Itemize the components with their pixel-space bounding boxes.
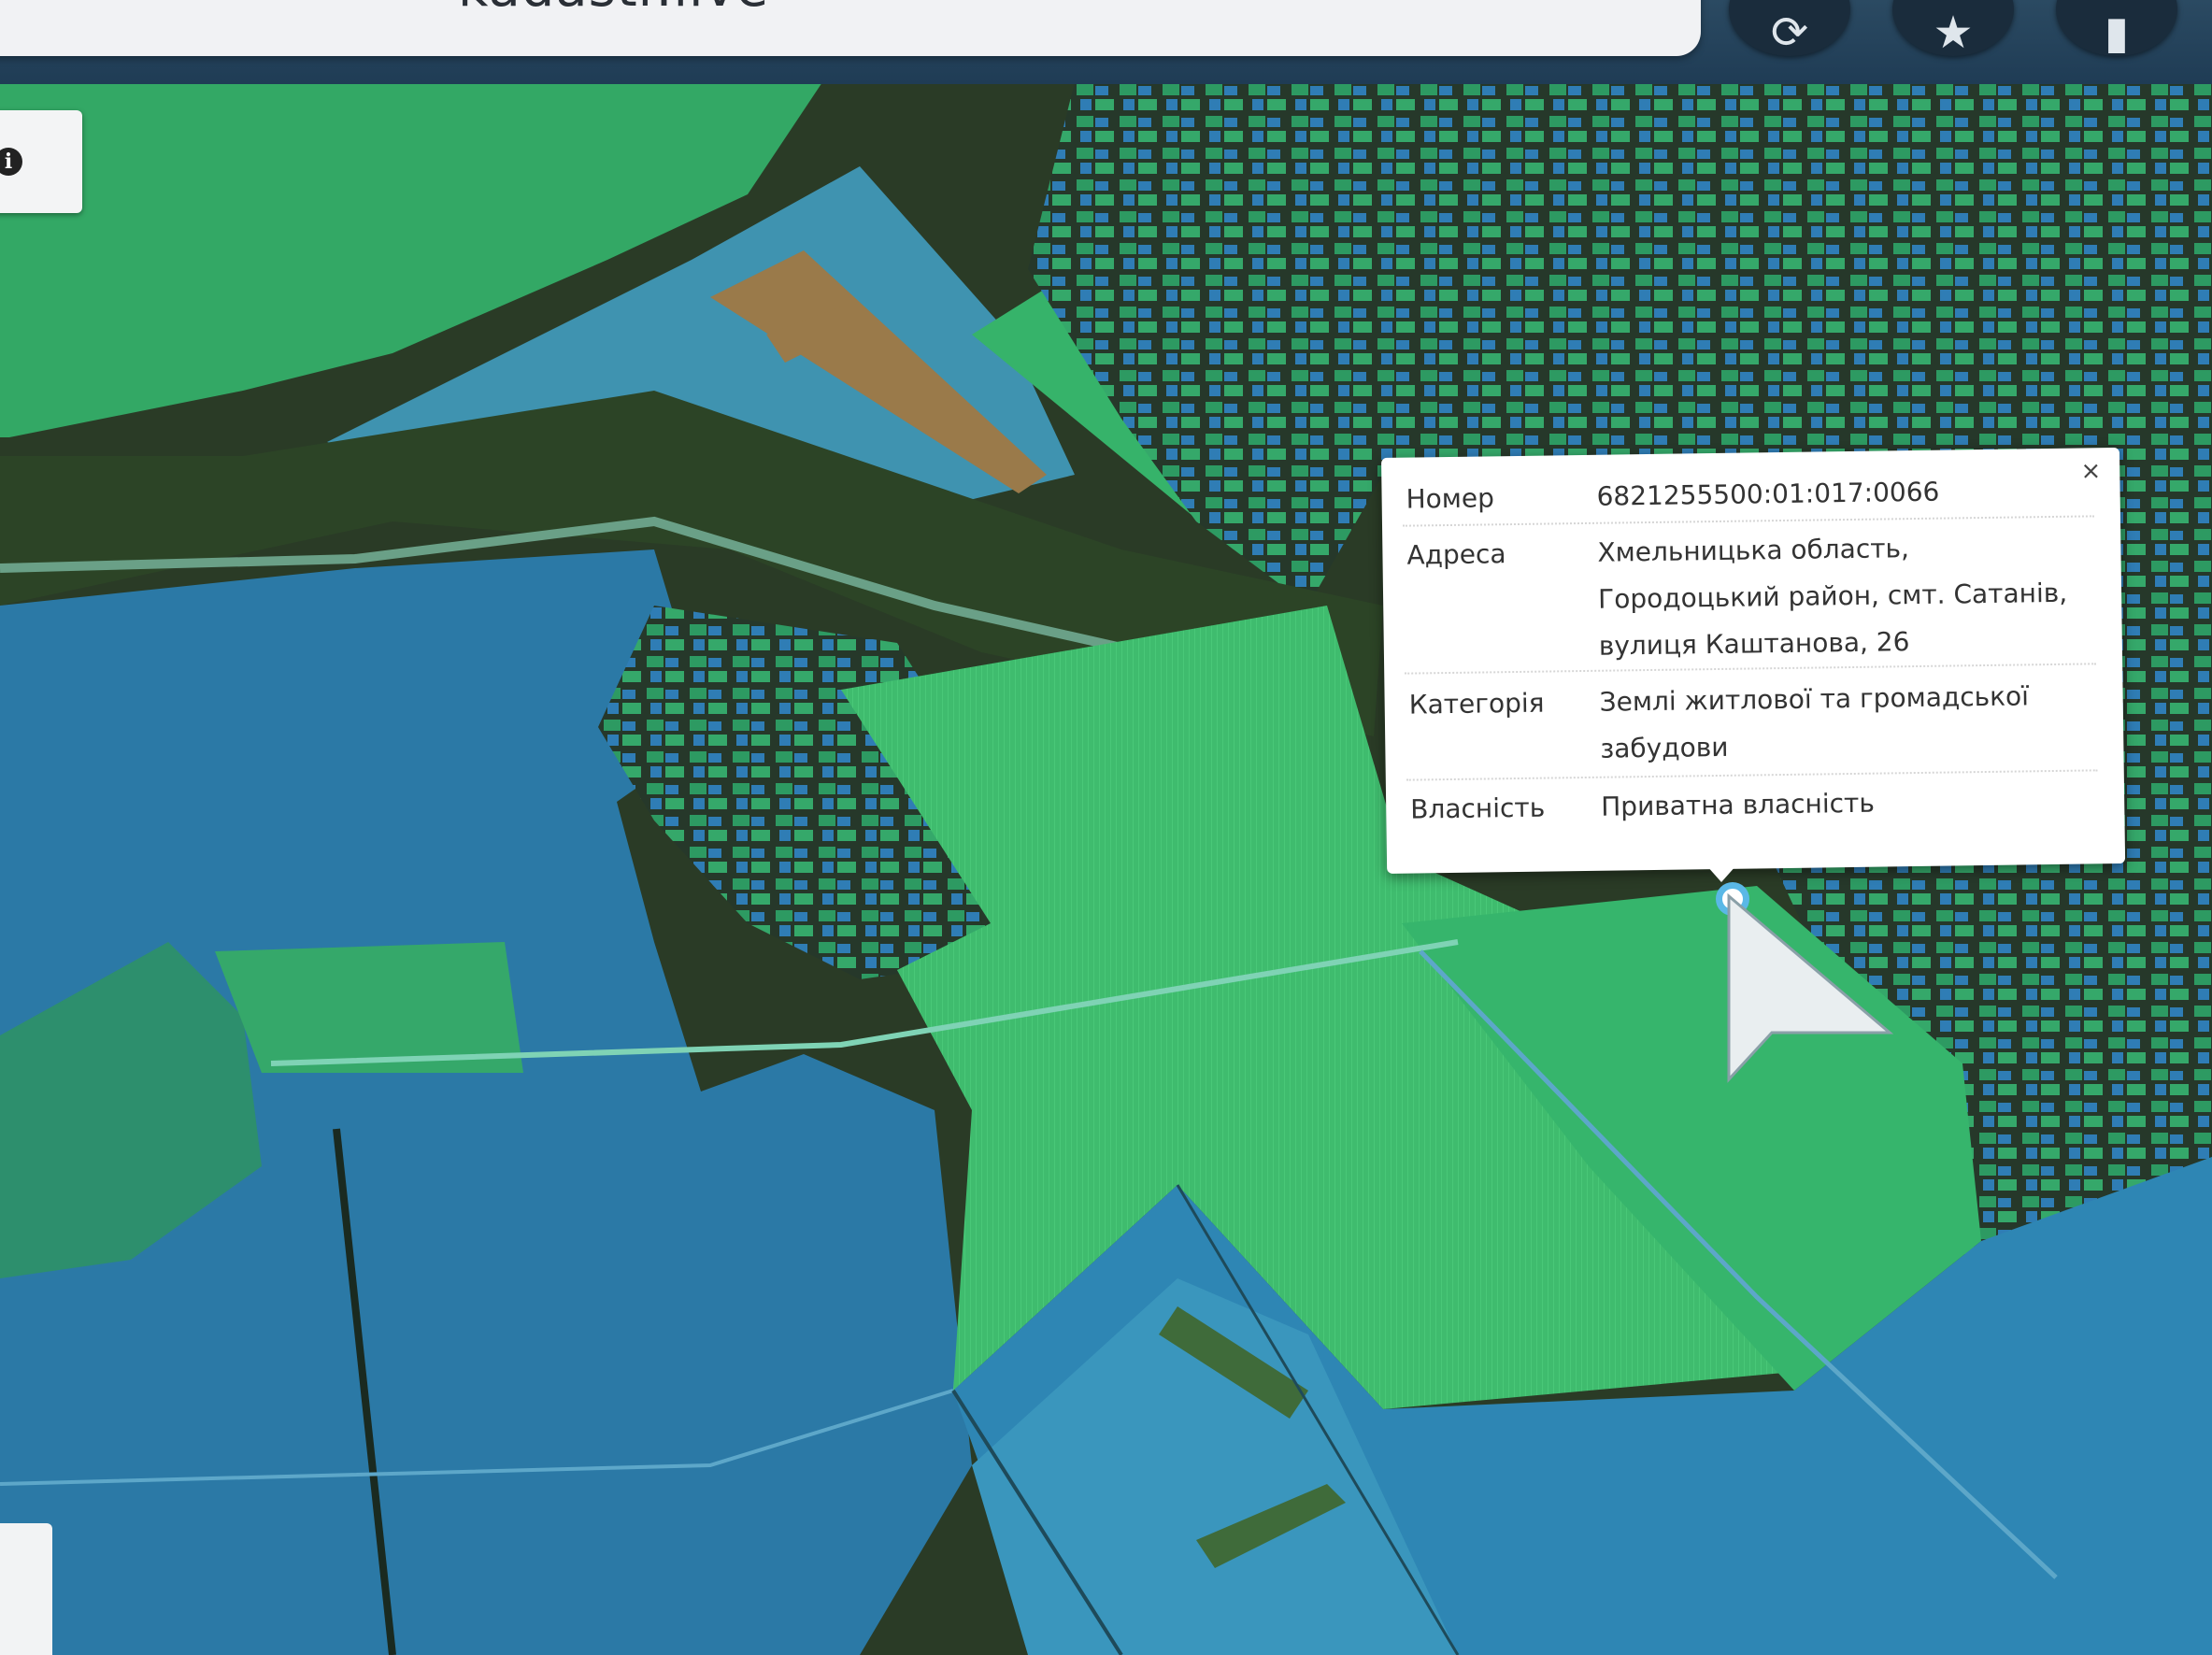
parcel-info-popup: × Номер 6821255500:01:017:0066 Адреса Хм… bbox=[1381, 447, 2126, 874]
popup-key: Категорія bbox=[1408, 687, 1545, 720]
address-bar-url[interactable]: kadastr.live bbox=[458, 0, 769, 7]
popup-value: Землі житлової та громадської забудови bbox=[1599, 680, 2030, 764]
screen: kadastr.live ⟳ ★ ▮ i × Номер 6821255500:… bbox=[0, 0, 2212, 1655]
popup-key: Власність bbox=[1410, 792, 1546, 825]
popup-row-category: Категорія Землі житлової та громадської … bbox=[1405, 672, 2098, 781]
browser-toolbar: kadastr.live ⟳ ★ ▮ bbox=[0, 0, 2212, 84]
popup-pointer bbox=[1706, 865, 1736, 882]
mouse-cursor-icon bbox=[1727, 892, 1893, 1083]
popup-row-address: Адреса Хмельницька область, Городоцький … bbox=[1403, 522, 2097, 675]
map-side-panel-handle[interactable] bbox=[0, 1523, 52, 1655]
refresh-button[interactable]: ⟳ bbox=[1729, 0, 1850, 59]
popup-row-ownership: Власність Приватна власність bbox=[1406, 777, 2099, 835]
bookmark-button[interactable]: ★ bbox=[1892, 0, 2014, 59]
download-icon: ▮ bbox=[2104, 7, 2130, 59]
map-canvas[interactable] bbox=[0, 82, 2212, 1655]
popup-key: Адреса bbox=[1406, 538, 1506, 571]
download-button[interactable]: ▮ bbox=[2056, 0, 2177, 59]
popup-value[interactable]: 6821255500:01:017:0066 bbox=[1596, 466, 2092, 520]
popup-row-number: Номер 6821255500:01:017:0066 bbox=[1402, 466, 2094, 527]
address-bar[interactable]: kadastr.live bbox=[0, 0, 1701, 56]
cadastral-map[interactable] bbox=[0, 82, 2212, 1655]
popup-value: Приватна власність bbox=[1601, 787, 1876, 822]
map-info-button[interactable]: i bbox=[0, 110, 82, 213]
star-icon: ★ bbox=[1933, 7, 1974, 59]
refresh-icon: ⟳ bbox=[1770, 7, 1809, 59]
popup-value: Хмельницька область, Городоцький район, … bbox=[1597, 533, 2068, 662]
popup-key: Номер bbox=[1406, 482, 1495, 515]
parcel-green-small-west[interactable] bbox=[215, 942, 523, 1073]
info-icon: i bbox=[0, 148, 22, 176]
